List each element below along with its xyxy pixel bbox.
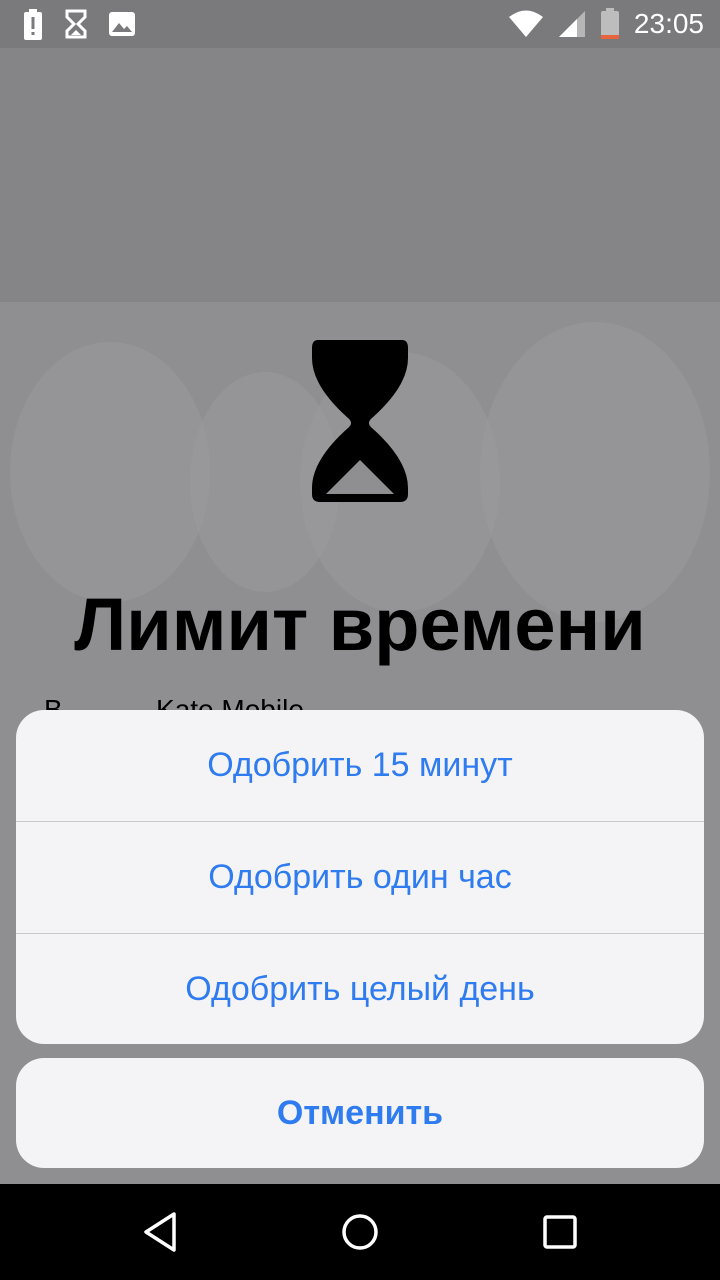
status-icons-right: 23:05 xyxy=(508,8,704,40)
page-title: Лимит времени xyxy=(74,583,646,666)
status-time: 23:05 xyxy=(633,8,704,39)
approve-whole-day-button[interactable]: Одобрить целый день xyxy=(16,934,704,1044)
back-icon[interactable] xyxy=(136,1208,184,1256)
top-band xyxy=(0,48,720,302)
image-icon xyxy=(109,12,135,36)
hourglass-icon xyxy=(312,340,408,502)
approve-15-minutes-button[interactable]: Одобрить 15 минут xyxy=(16,710,704,821)
wifi-icon xyxy=(508,10,543,37)
home-icon[interactable] xyxy=(336,1208,384,1256)
status-bar: 23:05 xyxy=(0,0,720,48)
status-icons-left xyxy=(22,8,136,40)
cancel-button[interactable]: Отменить xyxy=(16,1058,704,1168)
recents-icon[interactable] xyxy=(536,1208,584,1256)
signal-icon xyxy=(558,11,585,37)
hourglass-icon xyxy=(65,9,87,39)
navigation-bar xyxy=(0,1184,720,1280)
action-sheet: Одобрить 15 минут Одобрить один час Одоб… xyxy=(16,710,704,1044)
approve-one-hour-button[interactable]: Одобрить один час xyxy=(16,822,704,933)
battery-alert-icon xyxy=(24,9,42,40)
battery-low-icon xyxy=(600,8,619,39)
